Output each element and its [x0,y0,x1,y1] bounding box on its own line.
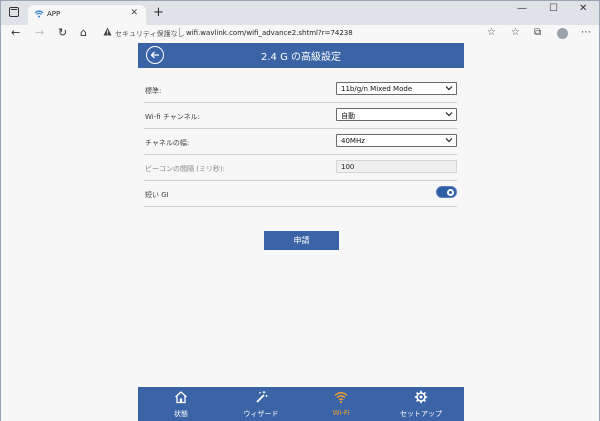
standard-select[interactable]: 11b/g/n Mixed Mode [336,82,457,95]
wizard-wand-icon [256,391,268,403]
favorites-icon[interactable]: ☆ [511,27,520,38]
minimize-button[interactable]: — [517,3,527,14]
standard-row: 標準: 11b/g/n Mixed Mode [144,77,457,103]
gear-icon [414,390,428,404]
address-input[interactable]: セキュリティ保護なし wifi.wavlink.com/wifi_advance… [97,26,503,41]
channel-width-label: チャネルの幅: [145,139,190,147]
channel-width-value: 40MHz [341,137,365,145]
wifi-channel-value: 自動 [341,112,355,120]
page-title: 2.4 G の高級設定 [260,52,341,63]
back-icon[interactable]: ← [11,27,20,39]
chevron-down-icon [445,112,453,117]
chevron-down-icon [445,86,453,91]
collections-icon[interactable]: ⧉ [534,27,541,38]
favorite-add-icon[interactable]: ☆ [487,27,496,38]
wifi-channel-row: Wi-fi チャンネル: 自動 [144,103,457,129]
nav-wifi-label: Wi-Fi [332,409,350,417]
panel-header: 2.4 G の高級設定 [138,43,464,68]
tab-title: APP [47,10,61,18]
short-gi-toggle[interactable] [436,186,457,198]
beacon-interval-value: 100 [341,163,355,171]
nav-setup[interactable]: セットアップ [381,387,461,421]
beacon-interval-input[interactable]: 100 [336,160,457,173]
new-tab-button[interactable]: + [153,5,164,20]
router-page: 2.4 G の高級設定 標準: 11b/g/n Mixed Mode Wi-fi… [1,41,599,421]
warning-icon [103,27,112,36]
home-icon[interactable]: ⌂ [80,27,87,39]
more-icon[interactable]: ⋯ [581,27,591,38]
address-bar-row: ← → ↻ ⌂ セキュリティ保護なし wifi.wavlink.com/wifi… [1,25,599,41]
wifi-icon [34,10,44,18]
browser-titlebar: APP ✕ + — ☐ ✕ [1,1,599,25]
wifi-channel-select[interactable]: 自動 [336,108,457,121]
url-text[interactable]: wifi.wavlink.com/wifi_advance2.shtml?r=7… [186,29,353,37]
tab-close-icon[interactable]: ✕ [130,8,138,18]
nav-wizard[interactable]: ウィザード [221,387,301,421]
beacon-interval-label: ビーコンの間隔 (ミリ秒): [145,165,226,173]
security-status[interactable]: セキュリティ保護なし [115,29,185,39]
browser-tab[interactable]: APP ✕ [28,5,146,25]
refresh-icon[interactable]: ↻ [58,27,67,39]
maximize-button[interactable]: ☐ [549,3,558,14]
channel-width-row: チャネルの幅: 40MHz [144,129,457,155]
short-gi-label: 短い GI [145,191,169,199]
tab-actions-icon[interactable] [9,7,19,17]
beacon-interval-row: ビーコンの間隔 (ミリ秒): 100 [144,155,457,181]
browser-window: APP ✕ + — ☐ ✕ ← → ↻ ⌂ セキュリティ保護なし wifi.wa… [0,0,600,421]
bottom-nav: 状態 ウィザード Wi-Fi セットアップ [138,387,464,421]
short-gi-row: 短い GI [144,181,457,207]
nav-wizard-label: ウィザード [243,410,279,418]
apply-button[interactable]: 申請 [264,231,339,250]
home-icon [175,391,187,404]
nav-setup-label: セットアップ [400,410,442,418]
profile-icon[interactable] [557,28,568,39]
nav-wifi[interactable]: Wi-Fi [301,387,381,421]
nav-status-label: 状態 [174,410,188,418]
standard-value: 11b/g/n Mixed Mode [341,85,413,93]
forward-icon[interactable]: → [35,27,44,39]
address-separator [179,28,180,37]
wifi-channel-label: Wi-fi チャンネル: [145,113,201,121]
standard-label: 標準: [145,87,162,95]
channel-width-select[interactable]: 40MHz [336,134,457,147]
wifi-icon [334,392,348,404]
chevron-down-icon [445,138,453,143]
nav-status[interactable]: 状態 [141,387,221,421]
close-window-button[interactable]: ✕ [579,3,587,14]
